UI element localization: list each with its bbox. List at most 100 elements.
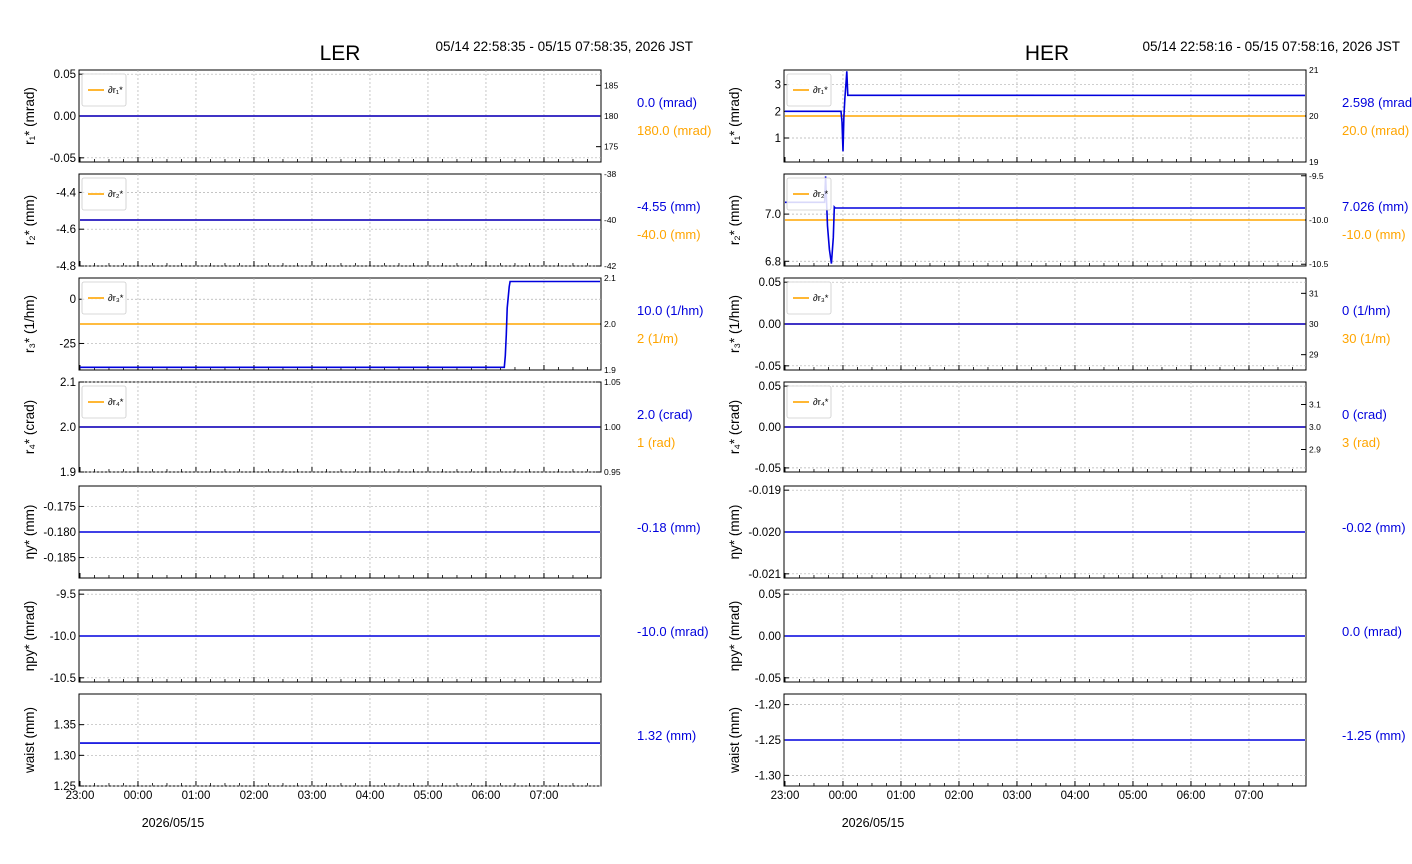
y2-tick-label: 30: [1309, 319, 1319, 329]
y2-tick-label: 20: [1309, 111, 1319, 121]
y-tick-label: -0.180: [43, 527, 76, 539]
y-tick-label: -0.05: [755, 361, 781, 373]
y2-tick-label: 175: [604, 142, 618, 152]
y-tick-label: 1.9: [60, 467, 76, 479]
readout-secondary: 30 (1/m): [1342, 331, 1390, 346]
legend-label: ∂r₁*: [813, 85, 828, 96]
readout-secondary: 20.0 (mrad): [1342, 123, 1409, 138]
y-tick-label: 0.00: [759, 631, 781, 643]
y-tick-label: 2: [775, 106, 781, 118]
x-tick-label: 07:00: [1235, 790, 1264, 802]
y-axis-label: r₁* (mrad): [727, 87, 742, 145]
ler-time-range: 05/14 22:58:35 - 05/15 07:58:35, 2026 JS…: [436, 39, 693, 54]
y-tick-label: 1.30: [54, 750, 76, 762]
y-tick-label: -9.5: [56, 589, 76, 601]
readout-secondary: 3 (rad): [1342, 435, 1380, 450]
y-axis-label: r₁* (mrad): [22, 87, 37, 145]
readout-secondary: 2 (1/m): [637, 331, 678, 346]
readout-primary: 2.0 (crad): [637, 407, 693, 422]
x-tick-label: 05:00: [1119, 790, 1148, 802]
y2-tick-label: 2.0: [604, 319, 616, 329]
y-tick-label: -1.25: [755, 735, 781, 747]
x-tick-label: 03:00: [298, 790, 327, 802]
y2-tick-label: 3.0: [1309, 422, 1321, 432]
x-tick-label: 23:00: [771, 790, 800, 802]
readout-primary: -4.55 (mm): [637, 199, 701, 214]
y-axis-label: waist (mm): [727, 707, 742, 774]
legend-label: ∂r₁*: [108, 85, 123, 96]
y-tick-label: -4.8: [56, 261, 76, 273]
y-tick-label: -10.5: [50, 673, 76, 685]
y2-tick-label: 31: [1309, 288, 1319, 298]
legend-label: ∂r₂*: [813, 189, 829, 200]
y-tick-label: 7.0: [765, 209, 781, 221]
x-tick-label: 06:00: [1177, 790, 1206, 802]
y-tick-label: -0.020: [748, 527, 781, 539]
y-axis-label: r₄* (crad): [22, 400, 37, 454]
x-tick-label: 05:00: [414, 790, 443, 802]
panel-ler-5: -0.175 -0.180 -0.185 ηy* (mm) -0.18 (mm): [22, 485, 701, 579]
y-axis-label: ηy* (mm): [727, 505, 742, 560]
y2-tick-label: -10.5: [1309, 259, 1329, 269]
y-tick-label: 0: [70, 294, 76, 306]
y2-tick-label: 2.1: [604, 273, 616, 283]
readout-primary: 0 (crad): [1342, 407, 1387, 422]
readout-primary: -0.02 (mm): [1342, 520, 1406, 535]
her-title: HER: [1025, 42, 1069, 65]
x-tick-label: 00:00: [829, 790, 858, 802]
panel-her-7: 23:00 00:00 01:00 02:00 03:00 04:00 05:00 06:00…: [727, 693, 1406, 802]
y-tick-label: -0.185: [43, 553, 76, 565]
readout-primary: 1.32 (mm): [637, 728, 696, 743]
y2-tick-label: -38: [604, 169, 617, 179]
dashboard-figure: LER 05/14 22:58:35 - 05/15 07:58:35, 202…: [22, 39, 1412, 830]
y2-tick-label: 0.95: [604, 467, 621, 477]
panel-her-3: 0.05 0.00 -0.05 31 30 29 r₃* (1/hm) ∂r₃* 0 (1/hm…: [727, 277, 1390, 373]
y2-tick-label: 3.1: [1309, 400, 1321, 410]
y-axis-label: ηpy* (mrad): [22, 601, 37, 672]
y2-tick-label: 29: [1309, 350, 1319, 360]
y-tick-label: 0.05: [54, 69, 76, 81]
readout-primary: 0 (1/hm): [1342, 303, 1390, 318]
panel-ler-2: -4.4 -4.6 -4.8 -38 -40 -42 r₂* (mm) ∂r₂* -4.55 (…: [22, 169, 701, 273]
readout-primary: 0.0 (mrad): [637, 95, 697, 110]
y-tick-label: 3: [775, 80, 781, 92]
y-tick-label: -1.30: [755, 770, 781, 782]
y-axis-label: ηy* (mm): [22, 505, 37, 560]
y-tick-label: 0.00: [759, 319, 781, 331]
y2-tick-label: 2.9: [1309, 445, 1321, 455]
x-tick-label: 02:00: [945, 790, 974, 802]
readout-primary: 10.0 (1/hm): [637, 303, 703, 318]
x-tick-label: 01:00: [887, 790, 916, 802]
y-tick-label: 6.8: [765, 256, 781, 268]
ler-title: LER: [320, 42, 361, 65]
readout-primary: 7.026 (mm): [1342, 199, 1408, 214]
legend-label: ∂r₃*: [108, 293, 124, 304]
x-tick-label: 00:00: [124, 790, 153, 802]
y2-tick-label: -10.0: [1309, 215, 1329, 225]
y-tick-label: 1.25: [54, 781, 76, 793]
y2-tick-label: -42: [604, 261, 617, 271]
readout-primary: -1.25 (mm): [1342, 728, 1406, 743]
y-tick-label: 0.05: [759, 589, 781, 601]
y-tick-label: -0.175: [43, 501, 76, 513]
legend-label: ∂r₄*: [108, 397, 124, 408]
y2-tick-label: 1.9: [604, 365, 616, 375]
chart-panels: 0.05 0.00 -0.05 185 180 175 r₁* (mrad) ∂r₁* 0.0 …: [22, 65, 1412, 802]
x-tick-label: 04:00: [356, 790, 385, 802]
y-axis-label: r₃* (1/hm): [727, 295, 742, 353]
plot-frame: [78, 693, 602, 787]
y-tick-label: -0.05: [755, 463, 781, 475]
y2-tick-label: 19: [1309, 157, 1319, 167]
her-date-label: 2026/05/15: [842, 816, 905, 830]
panel-her-1: 321212019r₁* (mrad) ∂r₁*2.598 (mrad)20.0 …: [727, 65, 1412, 167]
y-tick-label: 0.05: [759, 381, 781, 393]
y2-tick-label: 180: [604, 111, 618, 121]
y-tick-label: -1.20: [755, 700, 781, 712]
her-time-range: 05/14 22:58:16 - 05/15 07:58:16, 2026 JS…: [1143, 39, 1400, 54]
y-tick-label: -0.019: [748, 485, 781, 497]
x-tick-label: 01:00: [182, 790, 211, 802]
y-tick-label: -0.021: [748, 569, 781, 581]
y-tick-label: 2.0: [60, 422, 76, 434]
y-tick-label: -0.05: [755, 673, 781, 685]
panel-ler-1: 0.05 0.00 -0.05 185 180 175 r₁* (mrad) ∂r₁* 0.0 …: [22, 69, 711, 165]
